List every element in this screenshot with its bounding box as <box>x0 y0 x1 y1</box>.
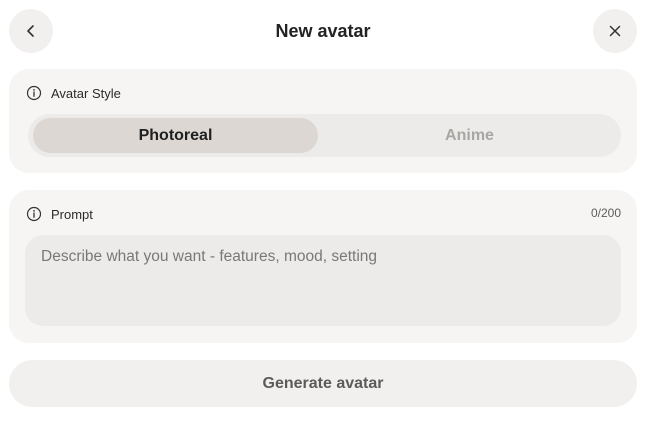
avatar-style-segmented-control: Photoreal Anime <box>28 114 621 157</box>
avatar-style-label-row: Avatar Style <box>26 84 121 102</box>
prompt-card: Prompt 0/200 <box>9 190 637 343</box>
info-icon <box>26 206 42 222</box>
avatar-style-label: Avatar Style <box>51 85 121 101</box>
prompt-input[interactable] <box>25 235 621 326</box>
chevron-left-icon <box>23 23 39 39</box>
close-button[interactable] <box>593 9 637 53</box>
prompt-label: Prompt <box>51 206 93 222</box>
generate-avatar-button[interactable]: Generate avatar <box>9 360 637 407</box>
style-option-anime[interactable]: Anime <box>328 118 611 153</box>
dialog-header: New avatar <box>0 0 646 62</box>
back-button[interactable] <box>9 9 53 53</box>
prompt-label-row: Prompt <box>26 205 93 223</box>
avatar-style-card: Avatar Style Photoreal Anime <box>9 69 637 173</box>
character-counter: 0/200 <box>590 206 621 220</box>
page-title: New avatar <box>275 21 371 41</box>
style-option-photoreal[interactable]: Photoreal <box>33 118 318 153</box>
close-icon <box>607 23 623 39</box>
new-avatar-dialog: New avatar Avatar Style Photoreal Anime … <box>0 0 646 432</box>
info-icon <box>26 85 42 101</box>
